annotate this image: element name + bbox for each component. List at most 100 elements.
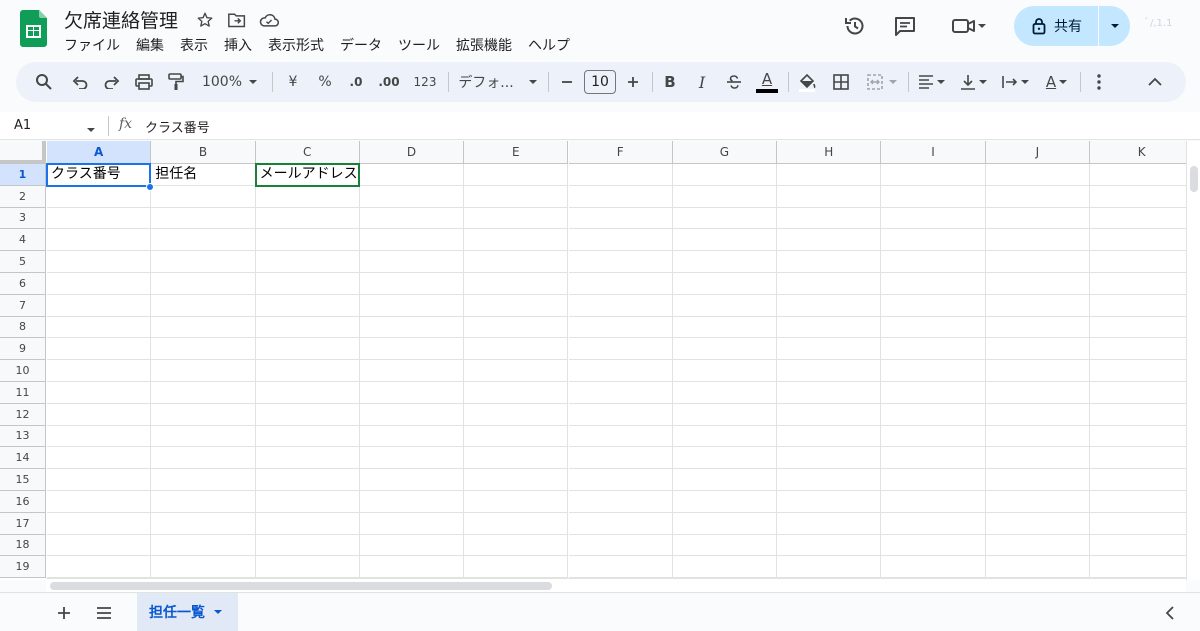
cell-c14[interactable]	[255, 447, 360, 470]
cell-g11[interactable]	[672, 382, 778, 404]
cell-i1[interactable]	[881, 164, 986, 186]
cell-e13[interactable]	[464, 425, 569, 448]
column-header-c[interactable]: C	[255, 141, 360, 164]
cell-g18[interactable]	[672, 534, 778, 557]
menu-file[interactable]: ファイル	[56, 33, 128, 57]
cell-e4[interactable]	[464, 229, 569, 252]
name-box[interactable]: A1	[14, 118, 31, 133]
cell-g2[interactable]	[672, 185, 778, 208]
cell-a3[interactable]	[47, 207, 152, 230]
menu-view[interactable]: 表示	[172, 33, 216, 57]
cell-b15[interactable]	[151, 469, 256, 491]
column-header-h[interactable]: H	[777, 141, 882, 164]
row-header-2[interactable]: 2	[0, 185, 46, 208]
cell-a1[interactable]: クラス番号	[47, 164, 152, 186]
cell-g1[interactable]	[672, 164, 778, 186]
account-avatar[interactable]: ﾞ/,1.1	[1145, 14, 1185, 38]
cell-b12[interactable]	[151, 403, 256, 426]
cell-d11[interactable]	[359, 382, 465, 404]
cell-g7[interactable]	[672, 294, 778, 317]
cell-d18[interactable]	[359, 534, 465, 557]
cell-b13[interactable]	[151, 425, 256, 448]
bold-button[interactable]: B	[658, 68, 682, 96]
cell-e16[interactable]	[464, 491, 569, 513]
cell-j4[interactable]	[985, 229, 1090, 252]
row-header-7[interactable]: 7	[0, 294, 46, 317]
cell-f1[interactable]	[568, 164, 673, 186]
cell-i15[interactable]	[881, 469, 986, 491]
cell-f14[interactable]	[568, 447, 673, 470]
cell-g12[interactable]	[672, 403, 778, 426]
row-header-5[interactable]: 5	[0, 251, 46, 273]
cell-k3[interactable]	[1090, 208, 1186, 230]
cell-c8[interactable]	[255, 316, 360, 339]
cell-e15[interactable]	[464, 469, 569, 491]
cell-e8[interactable]	[464, 316, 569, 339]
borders-icon[interactable]	[828, 68, 854, 96]
cell-a8[interactable]	[47, 316, 152, 339]
cell-h13[interactable]	[777, 425, 882, 448]
row-header-10[interactable]: 10	[0, 360, 46, 382]
cell-d6[interactable]	[359, 273, 465, 295]
cell-j5[interactable]	[985, 251, 1090, 273]
cell-k14[interactable]	[1090, 447, 1186, 470]
cell-d7[interactable]	[359, 294, 465, 317]
cell-d1[interactable]	[359, 164, 465, 186]
cell-h10[interactable]	[777, 360, 882, 382]
cell-f10[interactable]	[568, 360, 673, 382]
decrease-font-size-button[interactable]	[556, 68, 578, 96]
cell-b16[interactable]	[151, 491, 256, 513]
cell-c7[interactable]	[255, 294, 360, 317]
horizontal-scroll-thumb[interactable]	[50, 582, 552, 590]
cell-e18[interactable]	[464, 534, 569, 557]
cell-k7[interactable]	[1090, 295, 1186, 317]
vertical-scrollbar[interactable]	[1186, 141, 1200, 580]
menu-help[interactable]: ヘルプ	[520, 33, 578, 57]
cell-c12[interactable]	[255, 403, 360, 426]
row-header-13[interactable]: 13	[0, 425, 46, 448]
cell-h6[interactable]	[777, 273, 882, 295]
cell-k9[interactable]	[1090, 338, 1186, 361]
cell-c13[interactable]	[255, 425, 360, 448]
cell-i5[interactable]	[881, 251, 986, 273]
sheets-logo-icon[interactable]	[20, 10, 47, 47]
cell-k12[interactable]	[1090, 404, 1186, 426]
share-dropdown[interactable]	[1099, 6, 1130, 46]
cell-d17[interactable]	[359, 512, 465, 535]
version-history-icon[interactable]	[841, 12, 869, 40]
cell-i16[interactable]	[881, 491, 986, 513]
cell-b17[interactable]	[151, 512, 256, 535]
cell-h3[interactable]	[777, 207, 882, 230]
cell-c16[interactable]	[255, 491, 360, 513]
cell-a16[interactable]	[47, 491, 152, 513]
cell-c19[interactable]	[255, 556, 360, 579]
cell-f15[interactable]	[568, 469, 673, 491]
cell-c11[interactable]	[255, 382, 360, 404]
currency-format-button[interactable]: ¥	[280, 68, 306, 96]
vertical-scroll-thumb[interactable]	[1190, 166, 1198, 192]
row-header-19[interactable]: 19	[0, 556, 46, 579]
cell-f7[interactable]	[568, 294, 673, 317]
cell-h19[interactable]	[777, 556, 882, 579]
menu-data[interactable]: データ	[332, 33, 390, 57]
cell-d15[interactable]	[359, 469, 465, 491]
cell-d5[interactable]	[359, 251, 465, 273]
cell-i7[interactable]	[881, 294, 986, 317]
row-header-9[interactable]: 9	[0, 338, 46, 361]
cell-a12[interactable]	[47, 403, 152, 426]
cell-h14[interactable]	[777, 447, 882, 470]
all-sheets-button[interactable]	[92, 601, 116, 625]
cell-a6[interactable]	[47, 273, 152, 295]
cell-j8[interactable]	[985, 316, 1090, 339]
cell-d19[interactable]	[359, 556, 465, 579]
row-header-8[interactable]: 8	[0, 316, 46, 339]
cell-f6[interactable]	[568, 273, 673, 295]
cell-a2[interactable]	[47, 185, 152, 208]
font-size-input[interactable]: 10	[584, 70, 616, 94]
cell-k1[interactable]	[1090, 164, 1186, 186]
row-header-3[interactable]: 3	[0, 207, 46, 230]
merge-cells-button[interactable]	[860, 68, 904, 96]
cell-i12[interactable]	[881, 403, 986, 426]
cell-f4[interactable]	[568, 229, 673, 252]
cell-k6[interactable]	[1090, 273, 1186, 295]
